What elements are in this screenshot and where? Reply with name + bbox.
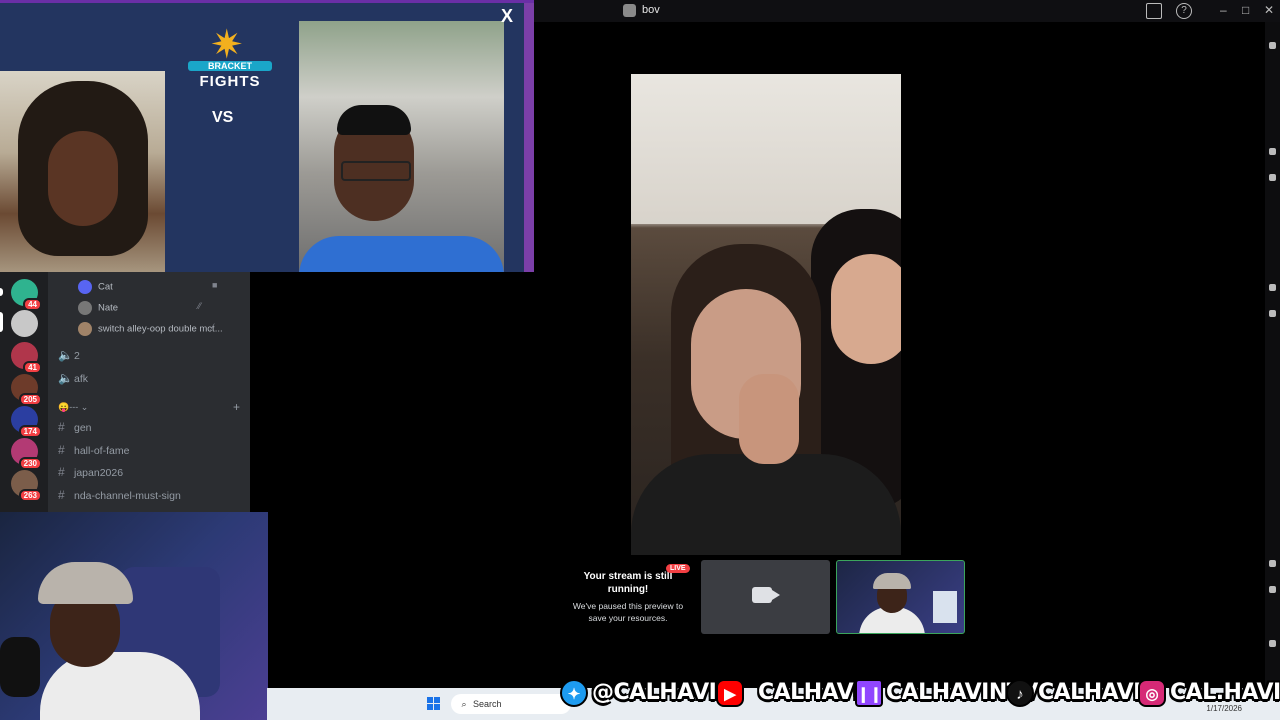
- avatar: [78, 322, 92, 336]
- logo-text-top: BRACKET: [188, 61, 272, 71]
- voice-user[interactable]: switch alley-oop double mct... ⁄: [78, 322, 223, 336]
- close-window-button[interactable]: ✕: [1264, 3, 1274, 17]
- taskbar-search[interactable]: ⌕ Search: [451, 694, 571, 714]
- hash-icon: #: [58, 420, 65, 434]
- strip-icon[interactable]: [1269, 560, 1276, 567]
- channel-category[interactable]: 😛--- ⌄: [58, 402, 88, 413]
- camera-icon: [752, 587, 780, 603]
- speaker-icon: 🔈: [58, 348, 73, 362]
- server-icon[interactable]: 263: [11, 470, 42, 502]
- minimize-button[interactable]: –: [1220, 3, 1227, 17]
- muted-icon: ⁄⁄: [198, 301, 202, 311]
- left-fighter-camera: [0, 71, 165, 272]
- add-channel-icon[interactable]: +: [233, 400, 240, 414]
- voice-channel[interactable]: 🔈2: [58, 348, 80, 362]
- speaker-icon: 🔈: [58, 371, 73, 385]
- microphone-icon: [0, 637, 40, 697]
- text-channel[interactable]: # japan2026: [58, 465, 123, 479]
- strip-icon[interactable]: [1269, 174, 1276, 181]
- bracket-fights-logo: ✷ BRACKET FIGHTS: [188, 25, 272, 95]
- discord-sidebar: 44 41 205 174 230 263 Cat ■ Nate ⁄⁄ swit…: [0, 272, 250, 512]
- inbox-icon[interactable]: [1146, 3, 1162, 19]
- fist-icon: ✷: [210, 23, 244, 67]
- help-icon[interactable]: ?: [1176, 3, 1192, 19]
- stream-preview[interactable]: [631, 74, 901, 555]
- live-badge: LIVE: [666, 564, 690, 573]
- hash-icon: #: [58, 488, 65, 502]
- streamer-facecam: [0, 512, 268, 720]
- logo-text-bottom: FIGHTS: [199, 73, 261, 90]
- instagram-handle: CAL.HAVIN: [1170, 680, 1280, 705]
- server-list: 44 41 205 174 230 263: [0, 272, 48, 512]
- strip-icon[interactable]: [1269, 310, 1276, 317]
- self-stream-tile[interactable]: [836, 560, 965, 634]
- search-icon: ⌕: [461, 699, 467, 709]
- social-handles-banner: ✦ @CALHAVIN ▶ CALHAVIN ❙❙ CALHAVINTV ♪ C…: [558, 674, 1280, 714]
- muted-icon: ⁄: [212, 322, 214, 332]
- avatar: [78, 301, 92, 315]
- overlay-close-button[interactable]: X: [501, 6, 513, 27]
- windows-start-icon[interactable]: [427, 697, 441, 711]
- strip-icon[interactable]: [1269, 42, 1276, 49]
- window-titlebar: bov ? – □ ✕: [534, 0, 1280, 22]
- server-icon[interactable]: 41: [11, 342, 42, 374]
- server-icon[interactable]: [11, 310, 38, 337]
- stream-paused-notice: LIVE Your stream is still running! We've…: [566, 562, 690, 632]
- avatar: [78, 280, 92, 294]
- paused-subtitle: We've paused this preview to save your r…: [572, 601, 684, 623]
- text-channel[interactable]: # hall-of-fame: [58, 443, 129, 457]
- text-channel[interactable]: # gen: [58, 420, 92, 434]
- voice-user[interactable]: Nate ⁄⁄: [78, 301, 201, 315]
- right-fighter-camera: [299, 21, 504, 272]
- camera-icon: ■: [212, 280, 218, 290]
- twitter-handle: @CALHAVIN: [592, 680, 735, 705]
- bracket-fights-overlay: ✷ BRACKET FIGHTS VS X: [0, 0, 534, 272]
- server-icon[interactable]: 44: [11, 279, 42, 311]
- camera-off-tile[interactable]: [701, 560, 830, 634]
- voice-channel[interactable]: 🔈afk: [58, 371, 88, 385]
- server-icon[interactable]: 174: [11, 406, 42, 438]
- strip-icon[interactable]: [1269, 640, 1276, 647]
- window-title: bov: [642, 4, 660, 16]
- versus-label: VS: [212, 109, 234, 126]
- hash-icon: #: [58, 465, 65, 479]
- hash-icon: #: [58, 443, 65, 457]
- strip-icon[interactable]: [1269, 586, 1276, 593]
- youtube-icon: ▶: [716, 679, 744, 707]
- voice-user[interactable]: Cat ■: [78, 280, 217, 294]
- server-icon[interactable]: 205: [11, 374, 42, 406]
- strip-icon[interactable]: [1269, 148, 1276, 155]
- twitter-icon: ✦: [560, 679, 588, 707]
- paused-title: Your stream is still running!: [583, 571, 673, 595]
- instagram-icon: ◎: [1138, 679, 1166, 707]
- server-icon[interactable]: 230: [11, 438, 42, 470]
- strip-icon[interactable]: [1269, 284, 1276, 291]
- maximize-button[interactable]: □: [1242, 3, 1249, 17]
- tiktok-icon: ♪: [1006, 679, 1034, 707]
- right-app-strip: [1265, 22, 1280, 720]
- twitch-icon: ❙❙: [855, 679, 883, 707]
- text-channel[interactable]: # nda-channel-must-sign: [58, 488, 181, 502]
- server-icon: [623, 4, 636, 17]
- channel-list: Cat ■ Nate ⁄⁄ switch alley-oop double mc…: [48, 272, 250, 512]
